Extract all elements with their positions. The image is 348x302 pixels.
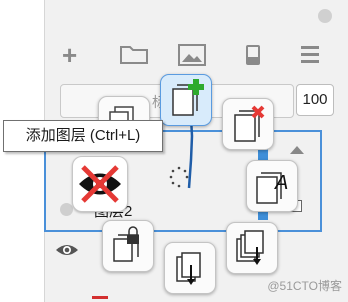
hidden-visibility-icon[interactable] <box>72 156 128 212</box>
add-layer-button[interactable] <box>160 74 212 126</box>
text-layer-button[interactable]: A <box>246 160 298 212</box>
layer-radio[interactable] <box>60 203 73 216</box>
menu-icon[interactable] <box>300 44 320 64</box>
window-close-button[interactable] <box>318 9 332 23</box>
trash-icon[interactable] <box>244 42 262 66</box>
opacity-field[interactable]: 100 <box>296 84 334 116</box>
image-icon[interactable] <box>178 44 206 66</box>
duplicate-down-button[interactable] <box>164 242 216 294</box>
tooltip: 添加图层 (Ctrl+L) <box>3 120 163 152</box>
text-layer-letter: A <box>274 172 288 194</box>
merge-down-button[interactable] <box>226 222 278 274</box>
lock-layer-button[interactable] <box>102 220 154 272</box>
arrow-up-icon[interactable] <box>290 146 304 154</box>
delete-layer-button[interactable] <box>222 98 274 150</box>
eye-icon[interactable] <box>54 240 80 260</box>
red-marker <box>92 296 108 299</box>
folder-icon[interactable] <box>120 44 148 64</box>
watermark: @51CTO博客 <box>267 279 342 293</box>
add-icon[interactable]: + <box>62 40 77 70</box>
